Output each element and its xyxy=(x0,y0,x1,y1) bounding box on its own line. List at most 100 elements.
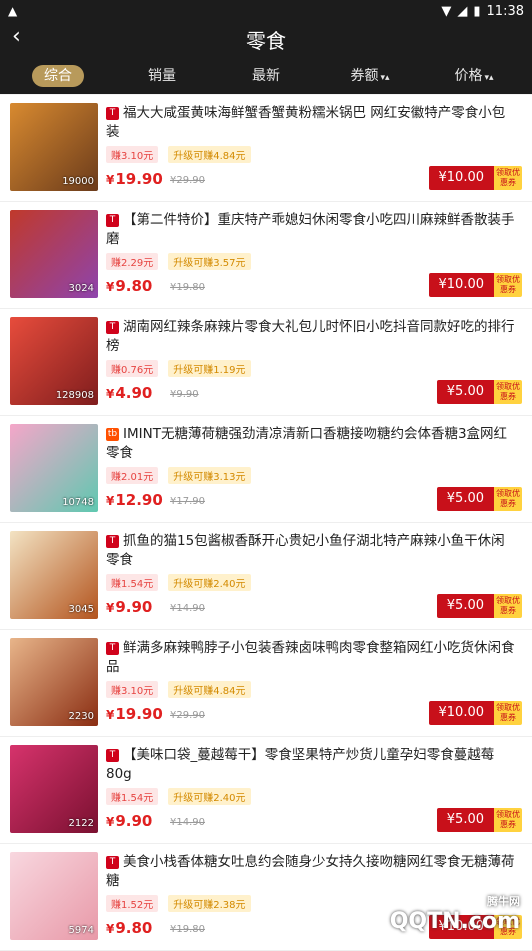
coupon-price: ¥9.90 xyxy=(106,598,152,616)
sort-caret-icon: ▾▴ xyxy=(484,73,493,83)
taobao-icon: tb xyxy=(106,428,119,441)
product-item[interactable]: 19000 T福大大咸蛋黄味海鲜蟹香蟹黄粉糯米锅巴 网红安徽特产零食小包装 赚3… xyxy=(0,95,532,202)
coupon-price: ¥12.90 xyxy=(106,491,163,509)
product-title[interactable]: T美食小栈香体糖女吐息约会随身少女持久接吻糖网红零食无糖薄荷糖 xyxy=(106,853,518,891)
coupon-price: ¥9.80 xyxy=(106,919,152,937)
original-price: ¥19.80 xyxy=(170,924,205,935)
coupon-get-label: 领取优惠券 xyxy=(494,166,522,190)
product-thumbnail[interactable]: 2122 xyxy=(10,745,98,833)
signal-icon: ◢ xyxy=(457,4,467,19)
earn-badge: 赚1.54元 xyxy=(106,788,158,805)
clock: 11:38 xyxy=(487,4,524,19)
coupon-get-label: 领取优惠券 xyxy=(494,594,522,618)
status-bar: ▲ ▼ ◢ ▮ 11:38 xyxy=(0,0,532,22)
tmall-icon: T xyxy=(106,535,119,548)
site-watermark: 腾牛网 QQTN.com xyxy=(390,893,520,934)
notification-icon: ▲ xyxy=(8,4,17,18)
product-list: 19000 T福大大咸蛋黄味海鲜蟹香蟹黄粉糯米锅巴 网红安徽特产零食小包装 赚3… xyxy=(0,95,532,951)
product-title[interactable]: T抓鱼的猫15包酱椒香酥开心贵妃小鱼仔湖北特产麻辣小鱼干休闲零食 xyxy=(106,532,518,570)
upgrade-badge: 升级可赚3.13元 xyxy=(168,467,250,484)
upgrade-badge: 升级可赚2.38元 xyxy=(168,895,250,912)
original-price: ¥19.80 xyxy=(170,282,205,293)
upgrade-badge: 升级可赚3.57元 xyxy=(168,253,250,270)
product-thumbnail[interactable]: 3024 xyxy=(10,210,98,298)
original-price: ¥17.90 xyxy=(170,496,205,507)
coupon-get-label: 领取优惠券 xyxy=(494,701,522,725)
upgrade-badge: 升级可赚4.84元 xyxy=(168,681,250,698)
upgrade-badge: 升级可赚2.40元 xyxy=(168,574,250,591)
earn-badge: 赚1.52元 xyxy=(106,895,158,912)
battery-icon: ▮ xyxy=(473,4,480,19)
page-title: 零食 xyxy=(246,25,286,54)
product-item[interactable]: 3024 T【第二件特价】重庆特产乖媳妇休闲零食小吃四川麻辣鲜香散装手磨 赚2.… xyxy=(0,202,532,309)
product-thumbnail[interactable]: 19000 xyxy=(10,103,98,191)
sales-count: 2122 xyxy=(69,818,94,829)
product-title[interactable]: T【美味口袋_蔓越莓干】零食坚果特产炒货儿童孕妇零食蔓越莓80g xyxy=(106,746,518,784)
product-title[interactable]: T湖南网红辣条麻辣片零食大礼包儿时怀旧小吃抖音同款好吃的排行榜 xyxy=(106,318,518,356)
coupon-button[interactable]: ¥10.00 领取优惠券 xyxy=(429,701,523,725)
product-thumbnail[interactable]: 3045 xyxy=(10,531,98,619)
coupon-amount: ¥5.00 xyxy=(437,808,494,832)
coupon-button[interactable]: ¥10.00 领取优惠券 xyxy=(429,273,523,297)
product-thumbnail[interactable]: 128908 xyxy=(10,317,98,405)
product-thumbnail[interactable]: 5974 xyxy=(10,852,98,940)
sales-count: 3024 xyxy=(69,283,94,294)
earn-badge: 赚2.29元 xyxy=(106,253,158,270)
original-price: ¥9.90 xyxy=(170,389,199,400)
sales-count: 3045 xyxy=(69,604,94,615)
sales-count: 19000 xyxy=(62,176,94,187)
upgrade-badge: 升级可赚4.84元 xyxy=(168,146,250,163)
coupon-button[interactable]: ¥10.00 领取优惠券 xyxy=(429,166,523,190)
coupon-price: ¥19.90 xyxy=(106,705,163,723)
sales-count: 2230 xyxy=(69,711,94,722)
sort-tab[interactable]: 综合 xyxy=(6,65,110,85)
original-price: ¥29.90 xyxy=(170,710,205,721)
product-item[interactable]: 2230 T鲜满多麻辣鸭脖子小包装香辣卤味鸭肉零食整箱网红小吃货休闲食品 赚3.… xyxy=(0,630,532,737)
sort-tab[interactable]: 销量 xyxy=(110,65,214,85)
product-title[interactable]: T福大大咸蛋黄味海鲜蟹香蟹黄粉糯米锅巴 网红安徽特产零食小包装 xyxy=(106,104,518,142)
coupon-amount: ¥5.00 xyxy=(437,487,494,511)
upgrade-badge: 升级可赚1.19元 xyxy=(168,360,250,377)
coupon-price: ¥4.90 xyxy=(106,384,152,402)
coupon-amount: ¥10.00 xyxy=(429,273,495,297)
original-price: ¥29.90 xyxy=(170,175,205,186)
product-title[interactable]: T【第二件特价】重庆特产乖媳妇休闲零食小吃四川麻辣鲜香散装手磨 xyxy=(106,211,518,249)
earn-badge: 赚3.10元 xyxy=(106,681,158,698)
coupon-amount: ¥5.00 xyxy=(437,594,494,618)
coupon-button[interactable]: ¥5.00 领取优惠券 xyxy=(437,594,522,618)
sort-tab[interactable]: 最新 xyxy=(214,65,318,85)
product-item[interactable]: 128908 T湖南网红辣条麻辣片零食大礼包儿时怀旧小吃抖音同款好吃的排行榜 赚… xyxy=(0,309,532,416)
product-title[interactable]: tbIMINT无糖薄荷糖强劲清凉清新口香糖接吻糖约会体香糖3盒网红零食 xyxy=(106,425,518,463)
tmall-icon: T xyxy=(106,642,119,655)
coupon-price: ¥9.90 xyxy=(106,812,152,830)
tmall-icon: T xyxy=(106,214,119,227)
coupon-button[interactable]: ¥5.00 领取优惠券 xyxy=(437,380,522,404)
coupon-get-label: 领取优惠券 xyxy=(494,273,522,297)
coupon-button[interactable]: ¥5.00 领取优惠券 xyxy=(437,487,522,511)
sales-count: 10748 xyxy=(62,497,94,508)
back-arrow-icon[interactable]: ‹ xyxy=(12,24,21,49)
tmall-icon: T xyxy=(106,856,119,869)
coupon-amount: ¥10.00 xyxy=(429,701,495,725)
earn-badge: 赚0.76元 xyxy=(106,360,158,377)
coupon-get-label: 领取优惠券 xyxy=(494,380,522,404)
product-item[interactable]: 2122 T【美味口袋_蔓越莓干】零食坚果特产炒货儿童孕妇零食蔓越莓80g 赚1… xyxy=(0,737,532,844)
sales-count: 128908 xyxy=(56,390,94,401)
sort-tab[interactable]: 券额▾▴ xyxy=(318,65,422,85)
earn-badge: 赚3.10元 xyxy=(106,146,158,163)
product-thumbnail[interactable]: 2230 xyxy=(10,638,98,726)
tmall-icon: T xyxy=(106,107,119,120)
coupon-get-label: 领取优惠券 xyxy=(494,487,522,511)
sort-bar: 综合销量最新券额▾▴价格▾▴ xyxy=(0,56,532,94)
coupon-price: ¥19.90 xyxy=(106,170,163,188)
product-thumbnail[interactable]: 10748 xyxy=(10,424,98,512)
earn-badge: 赚2.01元 xyxy=(106,467,158,484)
original-price: ¥14.90 xyxy=(170,817,205,828)
coupon-get-label: 领取优惠券 xyxy=(494,808,522,832)
coupon-button[interactable]: ¥5.00 领取优惠券 xyxy=(437,808,522,832)
product-item[interactable]: 10748 tbIMINT无糖薄荷糖强劲清凉清新口香糖接吻糖约会体香糖3盒网红零… xyxy=(0,416,532,523)
coupon-amount: ¥10.00 xyxy=(429,166,495,190)
product-title[interactable]: T鲜满多麻辣鸭脖子小包装香辣卤味鸭肉零食整箱网红小吃货休闲食品 xyxy=(106,639,518,677)
sort-tab[interactable]: 价格▾▴ xyxy=(422,65,526,85)
product-item[interactable]: 3045 T抓鱼的猫15包酱椒香酥开心贵妃小鱼仔湖北特产麻辣小鱼干休闲零食 赚1… xyxy=(0,523,532,630)
